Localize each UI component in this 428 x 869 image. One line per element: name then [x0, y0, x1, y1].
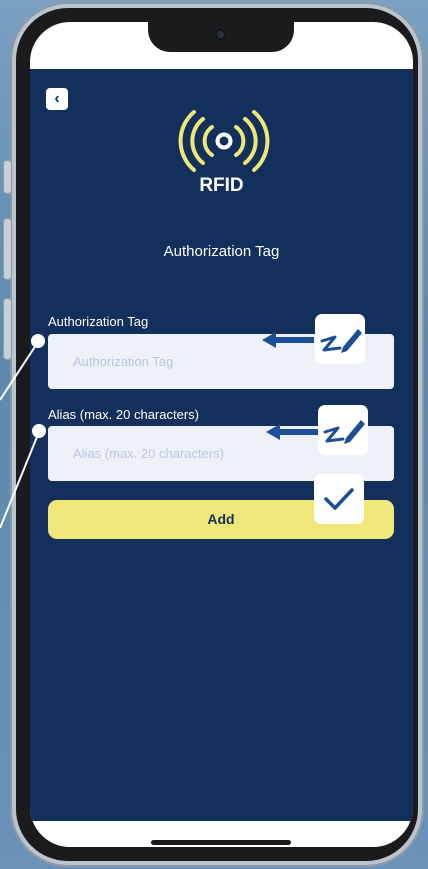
pen-swipe-icon: [315, 314, 365, 364]
checkmark-icon: [314, 474, 364, 524]
arrow-left-icon: [266, 424, 318, 440]
pen-swipe-icon: [318, 405, 368, 455]
arrow-left-icon: [262, 332, 314, 348]
